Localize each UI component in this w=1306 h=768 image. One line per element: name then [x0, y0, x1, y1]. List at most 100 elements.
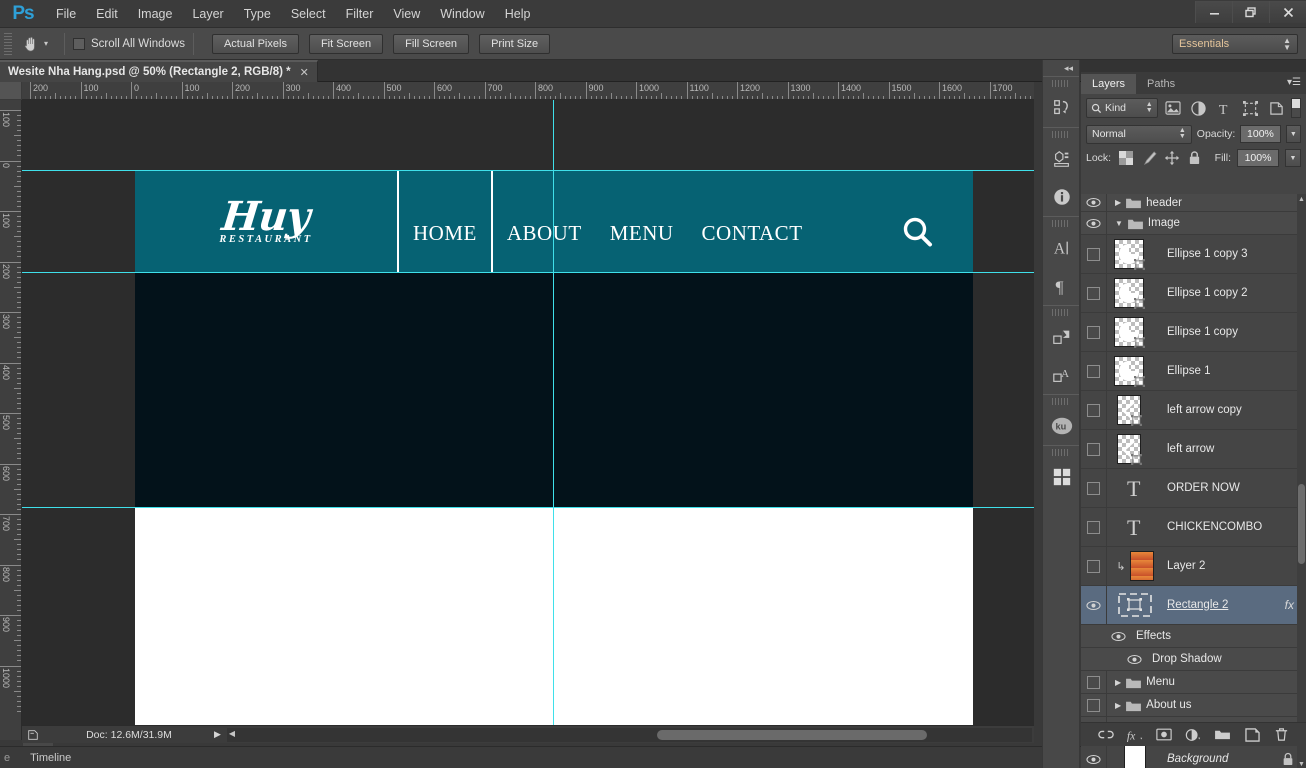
layer-row[interactable]: ▶ header	[1081, 194, 1306, 212]
scrollbar-thumb[interactable]	[656, 729, 927, 740]
close-button[interactable]	[1269, 1, 1306, 23]
layer-row[interactable]: Ellipse 1 copy 2	[1081, 274, 1306, 313]
tab-paths[interactable]: Paths	[1136, 74, 1186, 94]
collapse-panels-icon[interactable]: ◂◂	[1043, 60, 1079, 76]
visibility-checkbox[interactable]	[1087, 325, 1100, 339]
visibility-checkbox[interactable]	[1087, 442, 1100, 456]
layer-visibility-toggle[interactable]	[1081, 586, 1107, 624]
layer-name[interactable]: Ellipse 1 copy 2	[1163, 287, 1306, 299]
layer-visibility-toggle[interactable]	[1081, 274, 1107, 312]
layer-name[interactable]: Ellipse 1 copy 3	[1163, 248, 1306, 260]
menu-help[interactable]: Help	[495, 0, 541, 28]
pixel-filter-icon[interactable]	[1162, 98, 1184, 118]
vertical-guide[interactable]	[553, 100, 554, 725]
layer-visibility-toggle[interactable]	[1081, 547, 1107, 585]
layer-name[interactable]: left arrow	[1163, 443, 1306, 455]
layer-row[interactable]: left arrow	[1081, 430, 1306, 469]
tab-layers[interactable]: Layers	[1081, 74, 1137, 94]
new-layer-icon[interactable]	[1242, 725, 1262, 745]
horizontal-guide-bottom[interactable]	[22, 507, 1034, 508]
menu-filter[interactable]: Filter	[336, 0, 384, 28]
layer-row[interactable]: T CHICKENCOMBO	[1081, 508, 1306, 547]
new-adjustment-layer-icon[interactable]	[1183, 725, 1203, 745]
lock-all-icon[interactable]	[1186, 149, 1203, 167]
layer-name[interactable]: Ellipse 1 copy	[1163, 326, 1306, 338]
layer-row[interactable]: ▼ Image	[1081, 212, 1306, 235]
filter-enable-toggle[interactable]	[1291, 98, 1301, 118]
rail-grip[interactable]	[1052, 309, 1070, 316]
tool-preset-caret[interactable]: ▾	[44, 39, 48, 48]
type-filter-icon[interactable]: T	[1213, 98, 1235, 118]
layer-name[interactable]: left arrow copy	[1163, 404, 1306, 416]
menu-image[interactable]: Image	[128, 0, 183, 28]
layer-name[interactable]: Background	[1163, 753, 1282, 765]
menu-type[interactable]: Type	[234, 0, 281, 28]
menu-layer[interactable]: Layer	[182, 0, 233, 28]
horizontal-guide-top[interactable]	[22, 170, 1034, 171]
chevron-right-icon[interactable]: ▶	[1115, 701, 1121, 710]
ruler-corner[interactable]	[0, 82, 22, 100]
visibility-checkbox[interactable]	[1087, 364, 1100, 378]
layer-effect-row[interactable]: Drop Shadow	[1081, 648, 1306, 671]
fill-slider-button[interactable]: ▼	[1285, 149, 1301, 167]
new-group-icon[interactable]	[1213, 725, 1233, 745]
options-bar-grip[interactable]	[4, 32, 12, 55]
horizontal-ruler[interactable]: 200 100 0 100 200 300 400 500 600 700 800 900 1000 11…	[22, 82, 1034, 100]
layer-effect-row[interactable]: Effects	[1081, 625, 1306, 648]
layer-row[interactable]: Ellipse 1 copy 3	[1081, 235, 1306, 274]
rail-grip[interactable]	[1052, 398, 1070, 405]
opacity-input[interactable]: 100%	[1240, 125, 1281, 143]
paragraph-panel-icon[interactable]: ¶	[1043, 267, 1081, 305]
lock-position-icon[interactable]	[1163, 149, 1180, 167]
opacity-slider-button[interactable]: ▼	[1285, 125, 1301, 143]
layer-row[interactable]: ↳ Layer 2	[1081, 547, 1306, 586]
rail-grip[interactable]	[1052, 80, 1070, 87]
smart-object-filter-icon[interactable]	[1265, 98, 1287, 118]
effect-visibility-icon[interactable]	[1127, 654, 1142, 665]
layer-visibility-toggle[interactable]	[1081, 671, 1107, 693]
layer-name[interactable]: Drop Shadow	[1148, 653, 1222, 665]
menu-file[interactable]: File	[46, 0, 86, 28]
layer-visibility-toggle[interactable]	[1081, 212, 1107, 234]
info-panel-icon[interactable]	[1043, 178, 1081, 216]
chevron-down-icon[interactable]: ▼	[1115, 219, 1123, 228]
layer-visibility-toggle[interactable]	[1081, 391, 1107, 429]
visibility-checkbox[interactable]	[1087, 286, 1100, 300]
visibility-checkbox[interactable]	[1087, 481, 1100, 495]
layer-visibility-toggle[interactable]	[1081, 508, 1107, 546]
fill-screen-button[interactable]: Fill Screen	[393, 33, 470, 54]
add-layer-mask-icon[interactable]	[1154, 725, 1174, 745]
layer-visibility-toggle[interactable]	[1081, 352, 1107, 390]
layer-row[interactable]: Ellipse 1 copy	[1081, 313, 1306, 352]
layer-visibility-toggle[interactable]	[1081, 235, 1107, 273]
layer-name[interactable]: Rectangle 2	[1163, 599, 1285, 611]
effect-visibility-icon[interactable]	[1111, 631, 1126, 642]
lock-transparent-icon[interactable]	[1117, 149, 1134, 167]
link-layers-icon[interactable]	[1096, 725, 1116, 745]
properties-panel-icon[interactable]	[1043, 140, 1081, 178]
rail-grip[interactable]	[1052, 131, 1070, 138]
layer-list[interactable]: ▶ header ▼ Image Ellipse 1 copy 3 Ellipse 1 c…	[1081, 194, 1306, 768]
scroll-all-windows-checkbox[interactable]: Scroll All Windows	[73, 37, 185, 50]
rail-grip[interactable]	[1052, 449, 1070, 456]
print-size-button[interactable]: Print Size	[479, 33, 551, 54]
layer-row[interactable]: ▶ Menu	[1081, 671, 1306, 694]
character-panel-icon[interactable]: A	[1043, 229, 1081, 267]
layer-row[interactable]: left arrow copy	[1081, 391, 1306, 430]
vertical-ruler[interactable]: 100 0 100 200 300 400 500 600 700 800 900 1000	[0, 100, 22, 740]
history-panel-icon[interactable]	[1043, 89, 1081, 127]
minimize-button[interactable]	[1195, 1, 1232, 23]
layer-name[interactable]: Ellipse 1	[1163, 365, 1306, 377]
layer-name[interactable]: Layer 2	[1163, 560, 1306, 572]
layer-name[interactable]: Image	[1144, 217, 1306, 229]
scroll-up-icon[interactable]: ▲	[1298, 196, 1305, 203]
layer-name[interactable]: Menu	[1142, 676, 1306, 688]
close-icon[interactable]: ✕	[300, 66, 309, 79]
canvas-area[interactable]: Huy RESTAURANT HOME ABOUT MENU CONTACT	[22, 100, 1034, 725]
layer-comps-panel-icon[interactable]	[1043, 318, 1081, 356]
restore-button[interactable]	[1232, 1, 1269, 23]
workspace-selector[interactable]: Essentials ▲ ▼	[1172, 34, 1298, 54]
visibility-checkbox[interactable]	[1087, 698, 1100, 712]
scroll-left-icon[interactable]: ◀	[229, 729, 235, 738]
shape-filter-icon[interactable]	[1239, 98, 1261, 118]
